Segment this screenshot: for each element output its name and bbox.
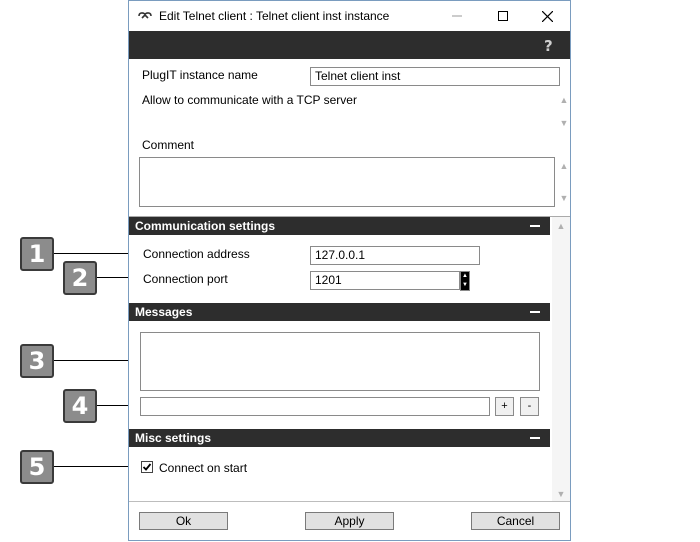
edit-dialog: Edit Telnet client : Telnet client inst … [128,0,571,541]
ok-button[interactable]: Ok [139,512,228,530]
collapse-icon[interactable] [530,437,540,439]
misc-settings-title: Misc settings [135,431,212,445]
help-icon[interactable]: ? [544,37,558,55]
callout-1: 1 [20,237,54,271]
comment-scroll-up[interactable]: ▲ [559,161,569,171]
callout-4: 4 [63,389,97,423]
close-icon [541,10,553,22]
settings-scroll-up[interactable]: ▲ [556,221,566,231]
callout-number: 1 [28,240,46,268]
cancel-button[interactable]: Cancel [471,512,560,530]
comment-label: Comment [142,138,195,152]
connection-address-label: Connection address [143,247,250,261]
remove-message-button[interactable]: - [520,397,539,416]
settings-scroll-down[interactable]: ▼ [556,489,566,499]
toolbar [129,31,570,59]
maximize-button[interactable] [480,1,526,31]
callout-number: 3 [28,347,46,375]
maximize-icon [498,11,508,21]
instance-name-input[interactable]: Telnet client inst [310,67,560,86]
checkmark-icon [142,463,152,471]
communication-settings-header[interactable]: Communication settings [129,217,550,235]
close-button[interactable] [524,1,570,31]
communication-settings-title: Communication settings [135,219,276,233]
settings-scrollbar[interactable] [552,217,570,501]
description-scroll-down[interactable]: ▼ [559,118,569,128]
callout-number: 2 [71,264,89,292]
minimize-button[interactable] [434,1,480,31]
title-bar: Edit Telnet client : Telnet client inst … [129,1,570,31]
stepper-up-icon[interactable]: ▲ [461,272,469,281]
description-scroll-up[interactable]: ▲ [559,95,569,105]
description-text: Allow to communicate with a TCP server [142,93,357,107]
add-message-button[interactable]: + [495,397,514,416]
messages-log[interactable] [140,332,540,391]
comment-textarea[interactable] [139,157,555,207]
minimize-icon [452,15,462,17]
callout-3: 3 [20,344,54,378]
apply-button[interactable]: Apply [305,512,394,530]
app-link-icon [138,12,152,19]
callout-number: 4 [71,392,89,420]
connection-port-label: Connection port [143,272,228,286]
window-title: Edit Telnet client : Telnet client inst … [159,9,390,23]
misc-settings-header[interactable]: Misc settings [129,429,550,447]
callout-5: 5 [20,450,54,484]
callout-2: 2 [63,261,97,295]
callout-number: 5 [28,453,46,481]
messages-header[interactable]: Messages [129,303,550,321]
port-stepper[interactable]: ▲ ▼ [460,271,470,291]
connect-on-start-checkbox[interactable] [141,461,153,473]
connect-on-start-label[interactable]: Connect on start [159,461,247,475]
collapse-icon[interactable] [530,225,540,227]
connection-address-input[interactable]: 127.0.0.1 [310,246,480,265]
stepper-down-icon[interactable]: ▼ [461,281,469,290]
message-input[interactable] [140,397,490,416]
connection-port-input[interactable]: 1201 [310,271,460,290]
instance-name-label: PlugIT instance name [142,68,258,82]
collapse-icon[interactable] [530,311,540,313]
messages-title: Messages [135,305,193,319]
comment-scroll-down[interactable]: ▼ [559,193,569,203]
footer-divider [129,501,570,502]
